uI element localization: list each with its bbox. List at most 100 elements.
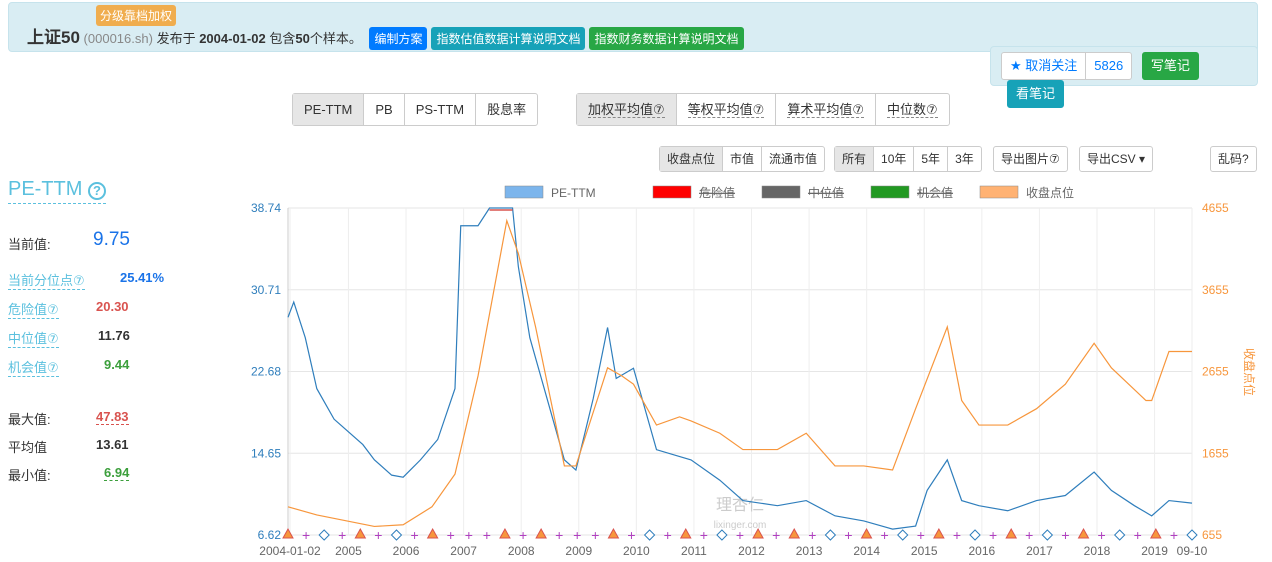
tab-label: 等权平均值⑦ bbox=[687, 102, 765, 118]
danger-marker-icon bbox=[1005, 527, 1018, 539]
current-label: 当前值: bbox=[8, 237, 51, 252]
help-icon[interactable]: ? bbox=[88, 182, 106, 200]
methodology-button[interactable]: 编制方案 bbox=[369, 27, 428, 50]
chance-marker-icon bbox=[716, 529, 728, 541]
tab-median[interactable]: 中位数⑦ bbox=[874, 94, 949, 125]
metric-title[interactable]: PE-TTM ? bbox=[8, 178, 106, 204]
x-tick-label: 2004-01-02 bbox=[259, 544, 321, 558]
watermark: 理杏仁 bbox=[716, 496, 764, 514]
x-tick-label: 09-10 bbox=[1177, 544, 1208, 558]
tab-weighted-avg[interactable]: 加权平均值⑦ bbox=[577, 94, 676, 125]
left-tick-label: 6.62 bbox=[258, 528, 282, 542]
left-tick-label: 22.68 bbox=[251, 365, 281, 379]
chance-marker-icon bbox=[1041, 529, 1054, 541]
unfollow-button[interactable]: ★ 取消关注 bbox=[1001, 52, 1087, 80]
x-tick-label: 2008 bbox=[508, 544, 535, 558]
write-note-button[interactable]: 写笔记 bbox=[1141, 52, 1199, 80]
min-value[interactable]: 6.94 bbox=[104, 465, 130, 481]
series-line-close bbox=[287, 218, 1192, 528]
danger-marker-icon bbox=[933, 527, 945, 539]
tab-float-cap[interactable]: 流通市值 bbox=[761, 147, 824, 171]
plus-marker-icon: + bbox=[483, 527, 491, 543]
chance-marker-icon bbox=[824, 529, 837, 541]
x-tick-label: 2009 bbox=[565, 544, 592, 558]
tab-label: 加权平均值⑦ bbox=[588, 102, 665, 118]
right-tick-label: 655 bbox=[1202, 528, 1222, 542]
tab-arithmetic-avg[interactable]: 算术平均值⑦ bbox=[775, 94, 875, 125]
chance-value: 9.44 bbox=[104, 357, 130, 372]
chance-label[interactable]: 机会值⑦ bbox=[8, 357, 59, 377]
left-tick-label: 30.71 bbox=[251, 283, 281, 297]
tab-pe-ttm[interactable]: PE-TTM bbox=[293, 94, 364, 125]
plus-marker-icon: + bbox=[555, 527, 563, 543]
x-tick-label: 2016 bbox=[968, 544, 995, 558]
percentile-value: 25.41% bbox=[120, 270, 165, 285]
index-code: (000016.sh) bbox=[83, 31, 153, 46]
max-value[interactable]: 47.83 bbox=[96, 409, 129, 425]
plus-marker-icon: + bbox=[627, 527, 635, 543]
percentile-label[interactable]: 当前分位点⑦ bbox=[8, 270, 85, 290]
index-name: 上证50 bbox=[27, 28, 80, 47]
plus-marker-icon: + bbox=[374, 527, 382, 543]
financial-doc-button[interactable]: 指数财务数据计算说明文档 bbox=[589, 27, 744, 50]
chance-marker-icon bbox=[318, 529, 330, 541]
x-tick-label: 2011 bbox=[681, 544, 707, 558]
right-tick-label: 1655 bbox=[1202, 446, 1229, 460]
tab-market-cap[interactable]: 市值 bbox=[722, 147, 761, 171]
legend-swatch bbox=[761, 185, 801, 199]
tab-10y[interactable]: 10年 bbox=[873, 147, 913, 171]
valuation-doc-button[interactable]: 指数估值数据计算说明文档 bbox=[431, 27, 586, 50]
tab-5y[interactable]: 5年 bbox=[913, 147, 947, 171]
danger-marker-icon bbox=[354, 527, 367, 539]
sample-suffix: 个样本。 bbox=[309, 31, 362, 46]
x-tick-label: 2005 bbox=[335, 544, 362, 558]
plus-marker-icon: + bbox=[338, 527, 346, 543]
chance-marker-icon bbox=[1113, 529, 1126, 541]
plus-marker-icon: + bbox=[591, 527, 599, 543]
tab-pb[interactable]: PB bbox=[363, 94, 403, 125]
export-csv-button[interactable]: 导出CSV ▾ bbox=[1079, 146, 1154, 172]
publish-date: 2004-01-02 bbox=[199, 31, 266, 46]
export-image-button[interactable]: 导出图片⑦ bbox=[993, 146, 1068, 172]
tab-close[interactable]: 收盘点位 bbox=[660, 147, 723, 171]
weight-tabs: 加权平均值⑦ 等权平均值⑦ 算术平均值⑦ 中位数⑦ bbox=[576, 93, 950, 126]
x-tick-label: 2007 bbox=[450, 544, 477, 558]
tab-3y[interactable]: 3年 bbox=[947, 147, 981, 171]
x-tick-label: 2019 bbox=[1141, 544, 1168, 558]
plus-marker-icon: + bbox=[573, 527, 581, 543]
x-tick-label: 2010 bbox=[623, 544, 650, 558]
median-label[interactable]: 中位值⑦ bbox=[8, 328, 59, 348]
plus-marker-icon: + bbox=[772, 527, 780, 543]
danger-marker-icon bbox=[1149, 527, 1162, 539]
plus-marker-icon: + bbox=[808, 527, 816, 543]
legend-label: 收盘点位 bbox=[1026, 185, 1074, 200]
plus-marker-icon: + bbox=[700, 527, 708, 543]
tab-all[interactable]: 所有 bbox=[835, 147, 874, 171]
tab-ps-ttm[interactable]: PS-TTM bbox=[403, 94, 475, 125]
index-title: 上证50 (000016.sh) 发布于 2004-01-02 包含50个样本。… bbox=[27, 23, 744, 50]
published-label: 发布于 bbox=[156, 31, 196, 46]
x-tick-label: 2018 bbox=[1084, 544, 1111, 558]
tab-dividend-yield[interactable]: 股息率 bbox=[475, 94, 537, 125]
danger-label[interactable]: 危险值⑦ bbox=[8, 299, 59, 319]
x-tick-label: 2017 bbox=[1026, 544, 1053, 558]
export-csv-label: 导出CSV ▾ bbox=[1087, 152, 1146, 166]
danger-marker-icon bbox=[282, 527, 294, 539]
garbled-button[interactable]: 乱码? bbox=[1210, 146, 1257, 172]
tab-equal-weight-avg[interactable]: 等权平均值⑦ bbox=[675, 94, 776, 125]
danger-marker-icon bbox=[860, 527, 873, 539]
danger-marker-icon bbox=[499, 527, 511, 539]
left-tick-label: 38.74 bbox=[251, 201, 281, 215]
plus-marker-icon: + bbox=[736, 527, 744, 543]
metric-tabs: PE-TTM PB PS-TTM 股息率 bbox=[292, 93, 539, 126]
plus-marker-icon: + bbox=[989, 527, 997, 543]
view-notes-button[interactable]: 看笔记 bbox=[1007, 80, 1065, 108]
danger-marker-icon bbox=[426, 527, 439, 539]
plus-marker-icon: + bbox=[1025, 527, 1033, 543]
contains-label: 包含 bbox=[269, 31, 296, 46]
x-tick-label: 2013 bbox=[796, 544, 823, 558]
range-tabs: 所有 10年 5年 3年 bbox=[834, 146, 982, 172]
x-tick-label: 2006 bbox=[393, 544, 420, 558]
legend-label: 危险值 bbox=[699, 185, 735, 200]
x-tick-label: 2012 bbox=[738, 544, 765, 558]
